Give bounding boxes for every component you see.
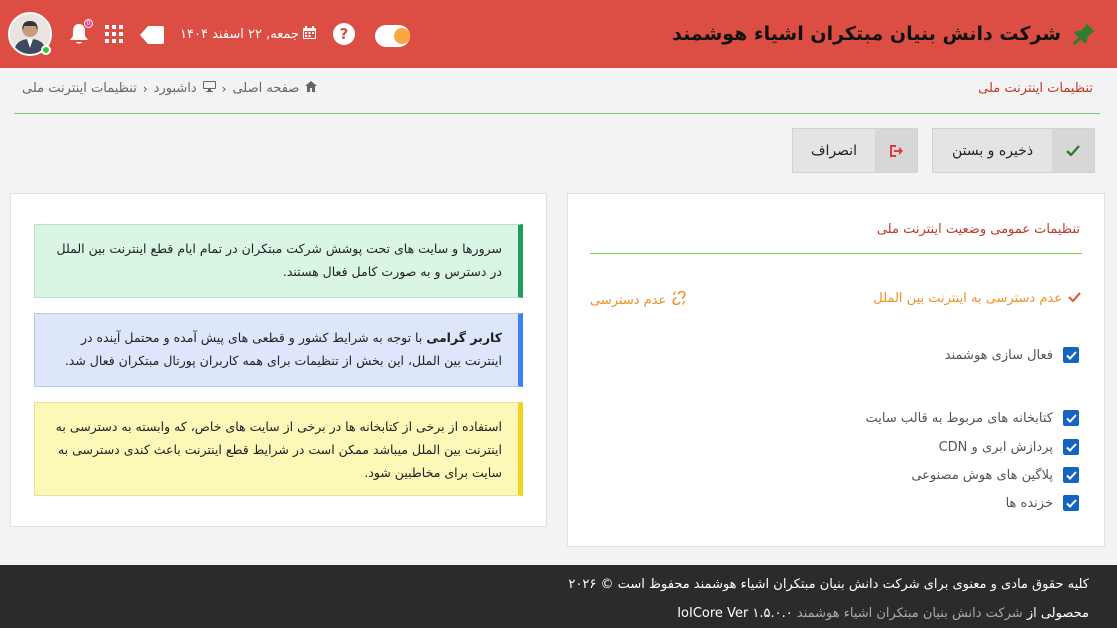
top-header: شرکت دانش بنیان مبتکران اشیاء هوشمند 0 ج…	[0, 0, 1117, 68]
save-close-button[interactable]: ذخیره و بستن	[932, 128, 1095, 173]
breadcrumb-current: تنظیمات اینترنت ملی	[22, 81, 137, 96]
breadcrumb-dashboard[interactable]: داشبورد	[154, 81, 197, 96]
chevron-left-icon: ‹	[221, 81, 227, 96]
settings-divider	[590, 253, 1082, 254]
note-blue: کاربر گرامی با توجه به شرایط کشور و قطعی…	[34, 313, 523, 387]
option-no-access-label: عدم دسترسی	[590, 292, 667, 308]
checkbox-checked-icon	[1063, 467, 1079, 483]
checkbox-ai-plugins[interactable]: پلاگین های هوش مصنوعی	[911, 467, 1079, 483]
help-icon[interactable]: ?	[333, 23, 355, 45]
smart-activation-checkbox[interactable]: فعال سازی هوشمند	[945, 347, 1079, 363]
date-text: جمعه, ۲۲ اسفند ۱۴۰۴	[180, 26, 300, 42]
pin-icon[interactable]	[1071, 21, 1097, 47]
checkbox-checked-icon	[1063, 495, 1079, 511]
save-close-label: ذخیره و بستن	[951, 142, 1034, 159]
footer-product-prefix: محصولی از	[1026, 606, 1089, 621]
sign-out-icon	[875, 129, 917, 172]
header-divider	[14, 113, 1100, 114]
checkbox-site-template-libraries[interactable]: کتابخانه های مربوط به قالب سایت	[865, 410, 1079, 426]
footer-version: IoICore Ver ۱.۵.۰.۰	[677, 606, 793, 621]
footer-product-company[interactable]: شرکت دانش بنیان مبتکران اشیاء هوشمند	[797, 606, 1023, 621]
page-title: تنظیمات اینترنت ملی	[978, 81, 1093, 96]
chevron-left-icon: ‹	[142, 81, 148, 96]
tag-icon[interactable]	[139, 25, 164, 44]
footer: کلیه حقوق مادی و معنوی برای شرکت دانش بن…	[0, 565, 1117, 628]
check-icon	[1068, 291, 1081, 306]
settings-section-title: تنظیمات عمومی وضعیت اینترنت ملی	[876, 222, 1080, 237]
note-blue-bold: کاربر گرامی	[426, 330, 502, 345]
checkbox-crawlers[interactable]: خزنده ها	[1006, 495, 1079, 511]
note-green-text: سرورها و سایت های تحت پوشش شرکت مبتکران …	[56, 241, 502, 279]
brand: شرکت دانش بنیان مبتکران اشیاء هوشمند	[672, 18, 1097, 50]
home-icon	[305, 81, 318, 96]
checkbox-label: پلاگین های هوش مصنوعی	[911, 467, 1053, 483]
checkbox-cloud-cdn[interactable]: پردازش ابری و CDN	[939, 439, 1079, 455]
broken-link-icon	[672, 290, 686, 309]
toggle-knob	[394, 28, 410, 44]
theme-toggle[interactable]	[375, 25, 410, 47]
footer-product: محصولی از شرکت دانش بنیان مبتکران اشیاء …	[677, 606, 1089, 621]
checkbox-label: کتابخانه های مربوط به قالب سایت	[865, 410, 1053, 426]
checkbox-checked-icon	[1063, 439, 1079, 455]
smart-activation-label: فعال سازی هوشمند	[944, 347, 1053, 363]
breadcrumb: صفحه اصلی ‹ داشبورد ‹ تنظیمات اینترنت مل…	[22, 81, 318, 96]
option-no-international[interactable]: عدم دسترسی به اینترنت بین الملل	[873, 291, 1081, 306]
checkbox-checked-icon	[1063, 347, 1079, 363]
option-no-access[interactable]: عدم دسترسی	[590, 290, 686, 309]
date-display: جمعه, ۲۲ اسفند ۱۴۰۴	[180, 25, 317, 43]
footer-copyright: کلیه حقوق مادی و معنوی برای شرکت دانش بن…	[568, 577, 1089, 592]
option-no-international-label: عدم دسترسی به اینترنت بین الملل	[873, 291, 1062, 306]
calendar-icon	[303, 25, 317, 43]
checkbox-label: خزنده ها	[1005, 495, 1053, 511]
cancel-button[interactable]: انصراف	[792, 128, 918, 173]
cancel-label: انصراف	[810, 142, 858, 159]
check-icon	[1052, 129, 1094, 172]
checkbox-label: پردازش ابری و CDN	[938, 439, 1053, 455]
note-green: سرورها و سایت های تحت پوشش شرکت مبتکران …	[34, 224, 523, 298]
online-status-dot	[41, 45, 51, 55]
notification-badge: 0	[84, 19, 93, 28]
brand-title: شرکت دانش بنیان مبتکران اشیاء هوشمند	[672, 23, 1061, 45]
settings-panel: تنظیمات عمومی وضعیت اینترنت ملی عدم دستر…	[567, 193, 1105, 547]
notes-panel: سرورها و سایت های تحت پوشش شرکت مبتکران …	[10, 193, 547, 527]
note-yellow-text: استفاده از برخی از کتابخانه ها در برخی ا…	[55, 419, 502, 480]
monitor-icon	[202, 81, 216, 96]
note-yellow: استفاده از برخی از کتابخانه ها در برخی ا…	[34, 402, 523, 496]
breadcrumb-home[interactable]: صفحه اصلی	[232, 81, 299, 96]
checkbox-checked-icon	[1063, 410, 1079, 426]
apps-grid-icon[interactable]	[104, 24, 124, 44]
breadcrumb-row: تنظیمات اینترنت ملی صفحه اصلی ‹ داشبورد …	[0, 68, 1117, 114]
